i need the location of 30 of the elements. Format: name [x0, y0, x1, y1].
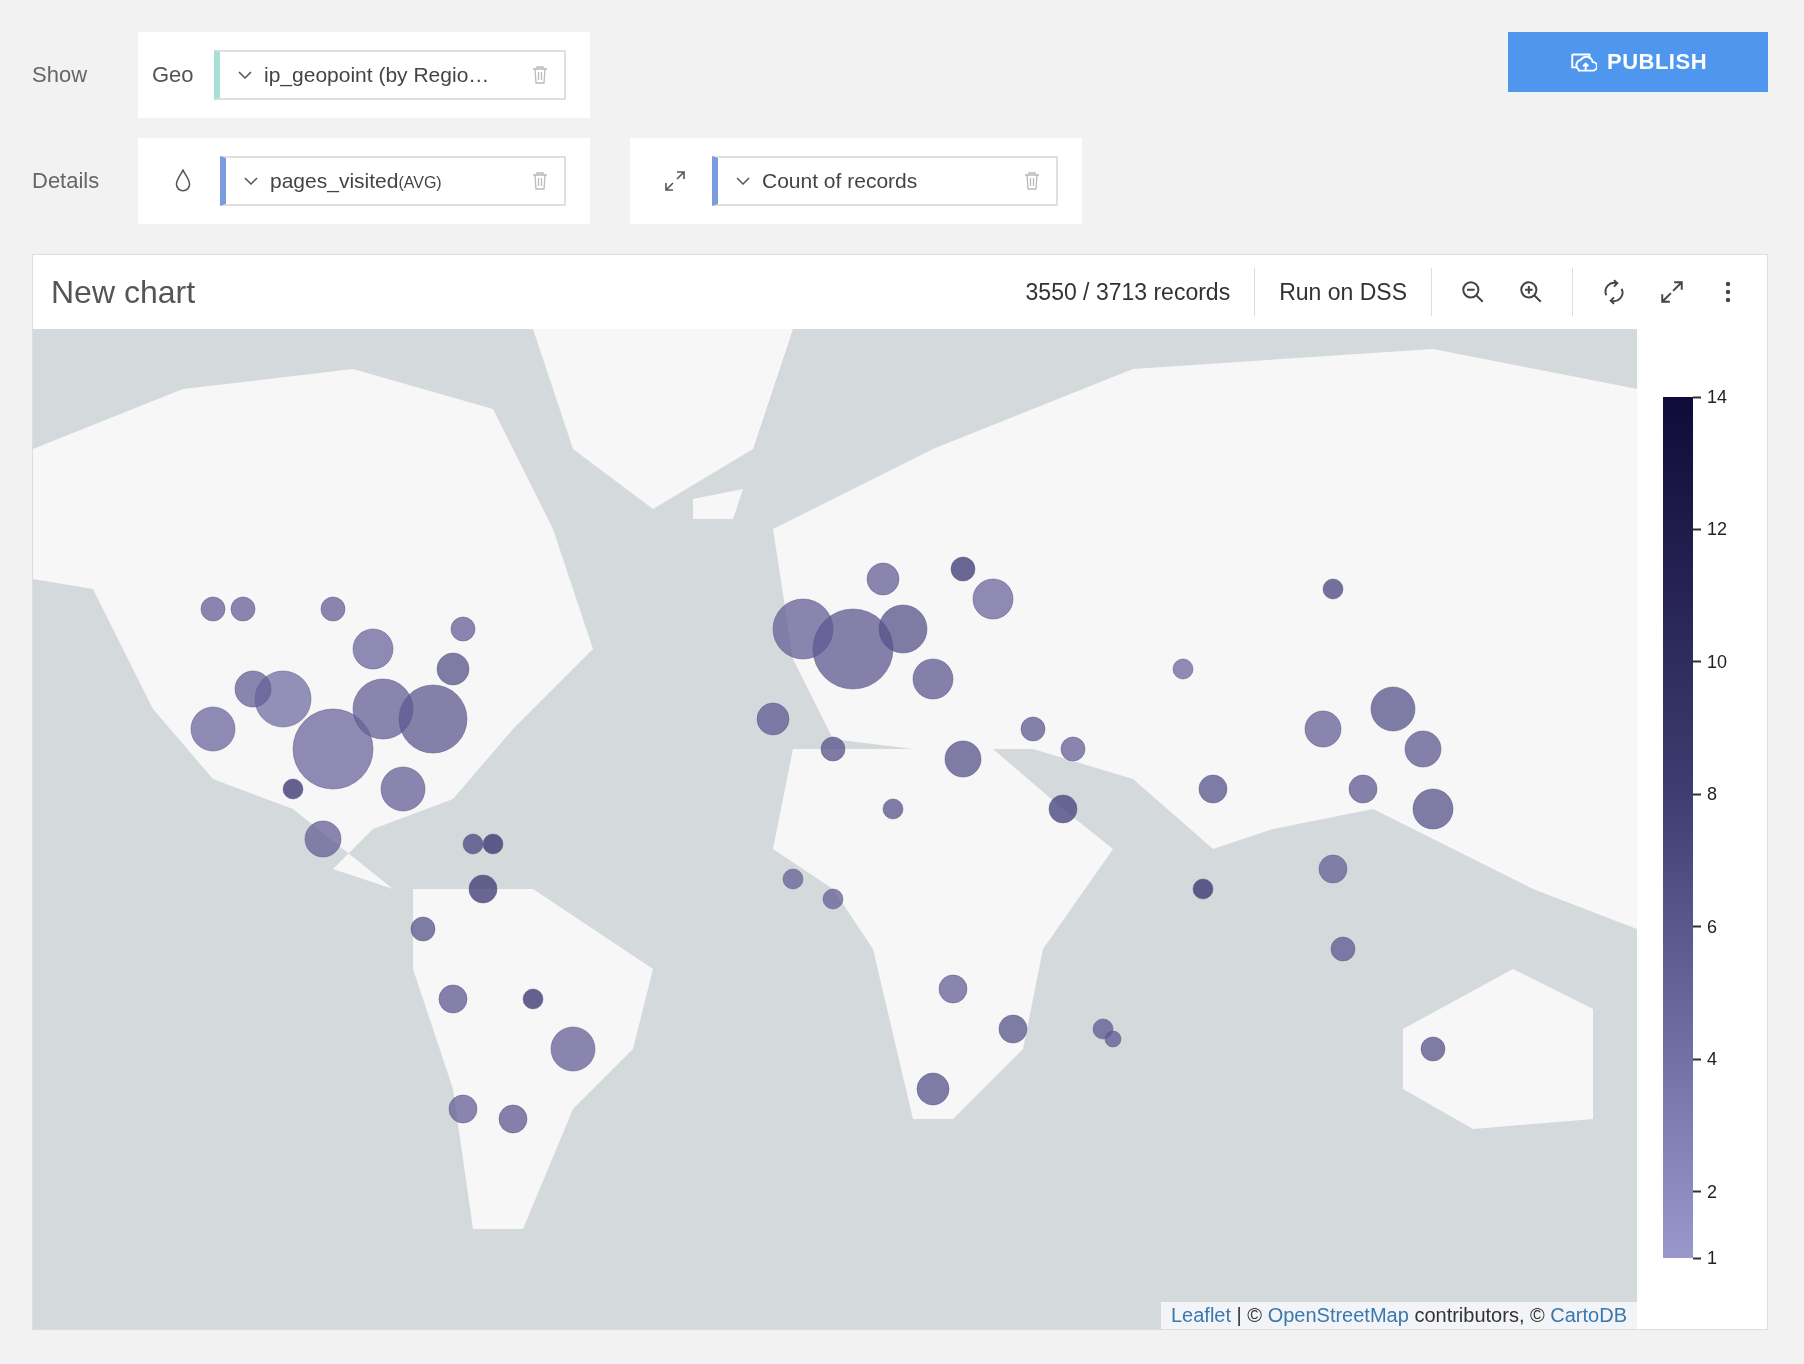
fullscreen-icon[interactable]: [1659, 279, 1685, 305]
row-label: Details: [32, 168, 98, 194]
chart-title: New chart: [51, 273, 197, 311]
map-attribution: Leaflet | © OpenStreetMap contributors, © CartoDB: [1160, 1302, 1637, 1329]
zoom-in-icon[interactable]: [1518, 279, 1544, 305]
zoom-out-icon[interactable]: [1460, 279, 1486, 305]
more-icon[interactable]: [1725, 281, 1731, 303]
row-label: Show: [32, 62, 89, 88]
legend-tick-label: 8: [1707, 783, 1717, 805]
legend-tick-label: 12: [1707, 518, 1728, 540]
legend-tick-label: 6: [1707, 916, 1717, 938]
cloud-upload-icon: [1568, 50, 1597, 74]
chevron-icon: [736, 177, 750, 185]
field-dropdown[interactable]: Count of records: [712, 156, 1058, 206]
chevron-icon: [238, 71, 252, 79]
legend-tick-label: 2: [1707, 1181, 1717, 1203]
legend-tick-label: 4: [1707, 1048, 1717, 1070]
attribution-link[interactable]: Leaflet: [1170, 1304, 1231, 1326]
field-dropdown[interactable]: pages_visited(AVG): [220, 156, 566, 206]
legend-tick-label: 1: [1707, 1247, 1717, 1269]
expand-icon[interactable]: [664, 169, 686, 193]
field-dropdown[interactable]: ip_geopoint (by Regio…: [214, 50, 566, 100]
shelf-label: Geo: [152, 62, 195, 88]
legend-tick-label: 14: [1707, 386, 1728, 408]
attribution-link[interactable]: OpenStreetMap: [1267, 1304, 1409, 1326]
legend-tick-label: 10: [1707, 651, 1728, 673]
attribution-link[interactable]: CartoDB: [1550, 1304, 1627, 1326]
run-button[interactable]: Run on DSS: [1279, 278, 1407, 306]
record-count: 3550 / 3713 records: [1025, 278, 1231, 306]
chevron-icon: [244, 177, 258, 185]
